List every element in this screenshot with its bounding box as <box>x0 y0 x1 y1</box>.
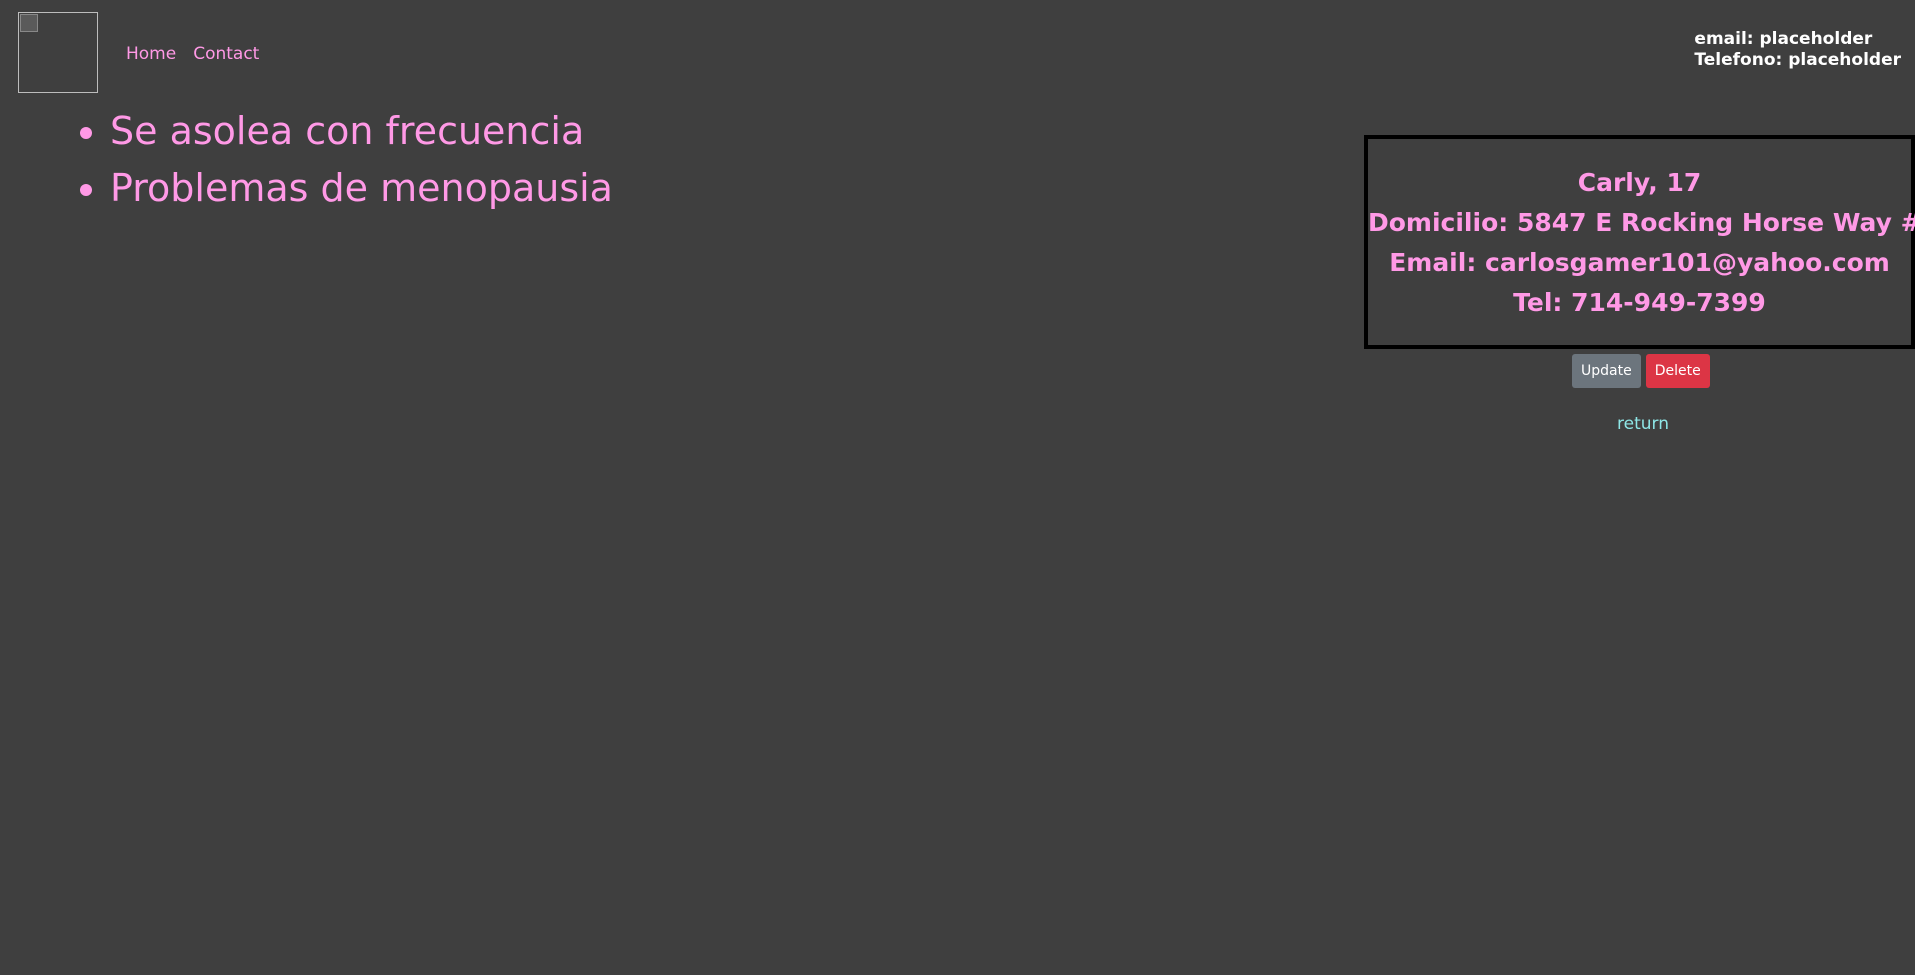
main-nav: Home Contact <box>126 43 259 65</box>
delete-button[interactable]: Delete <box>1645 354 1710 388</box>
header-phone: Telefono: placeholder <box>1694 50 1901 70</box>
profile-address: Domicilio: 5847 E Rocking Horse Way #27 <box>1368 208 1915 237</box>
profile-phone: Tel: 714-949-7399 <box>1513 288 1766 317</box>
logo-image <box>18 12 98 93</box>
update-button[interactable]: Update <box>1572 354 1641 388</box>
condition-item: Se asolea con frecuencia <box>110 103 613 160</box>
return-link[interactable]: return <box>1617 413 1669 435</box>
conditions-list: Se asolea con frecuencia Problemas de me… <box>0 103 613 217</box>
condition-item: Problemas de menopausia <box>110 160 613 217</box>
profile-actions: Update Delete <box>1572 354 1710 388</box>
broken-image-icon <box>20 14 38 32</box>
profile-card: Carly, 17 Domicilio: 5847 E Rocking Hors… <box>1364 135 1915 349</box>
profile-email: Email: carlosgamer101@yahoo.com <box>1389 248 1890 277</box>
profile-name-age: Carly, 17 <box>1577 168 1702 197</box>
header-contact-info: email: placeholder Telefono: placeholder <box>1694 29 1901 71</box>
nav-link-home[interactable]: Home <box>126 43 176 65</box>
header-email: email: placeholder <box>1694 29 1873 49</box>
nav-link-contact[interactable]: Contact <box>193 43 259 65</box>
